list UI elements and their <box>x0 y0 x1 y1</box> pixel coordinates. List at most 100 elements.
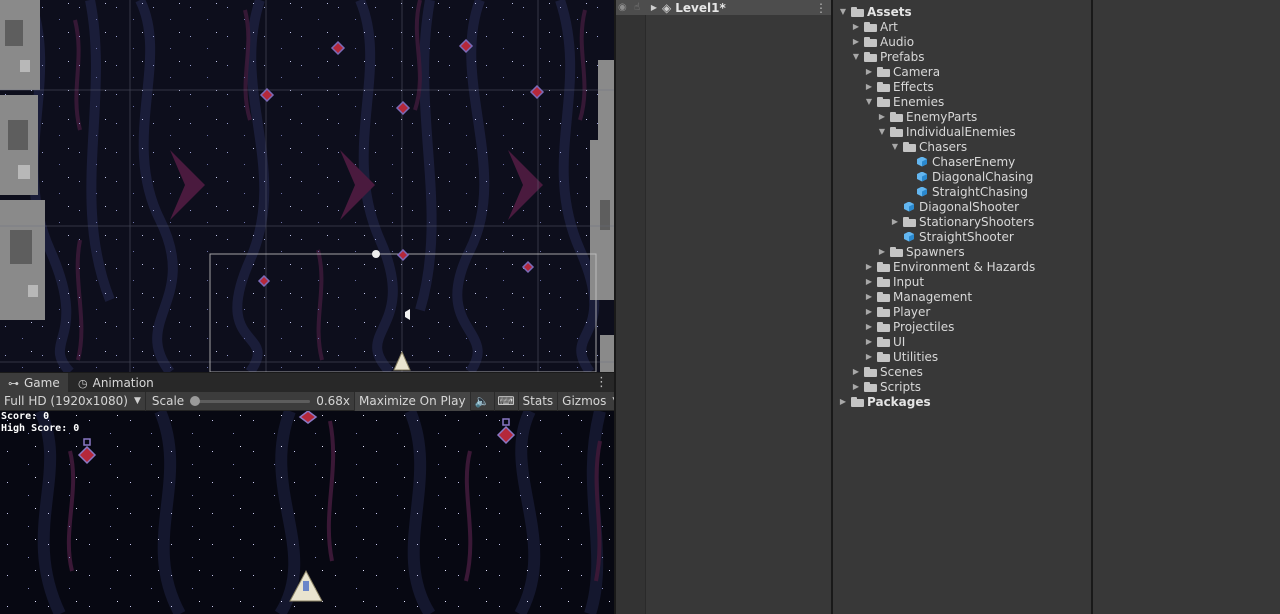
folder-icon <box>890 126 903 137</box>
gamepad-icon: ⊶ <box>8 376 19 390</box>
scale-slider[interactable] <box>190 392 311 411</box>
expanded-arrow-icon[interactable]: ▼ <box>837 7 849 16</box>
tree-item-input[interactable]: ▶ Input <box>863 274 924 289</box>
stats-button[interactable]: Stats <box>519 391 559 411</box>
project-panel: ▼ Assets ▶ Art ▶ Audio ▼ Prefabs ▶ Camera ▶ Effects… <box>831 0 1091 614</box>
tree-item-projectiles[interactable]: ▶ Projectiles <box>863 319 954 334</box>
maximize-on-play-label: Maximize On Play <box>359 394 466 408</box>
tree-item-label: Prefabs <box>880 49 925 64</box>
tree-item-diagonalshooter[interactable]: DiagonalShooter <box>889 199 1019 214</box>
tree-item-label: Audio <box>880 34 915 49</box>
scene-view[interactable] <box>0 0 614 372</box>
tree-item-label: Art <box>880 19 898 34</box>
expanded-arrow-icon[interactable]: ▼ <box>850 52 862 61</box>
collapsed-arrow-icon[interactable]: ▶ <box>863 352 875 361</box>
collapsed-arrow-icon[interactable]: ▶ <box>850 367 862 376</box>
folder-icon <box>890 111 903 122</box>
tree-item-chaserenemy[interactable]: ChaserEnemy <box>902 154 1015 169</box>
tree-item-art[interactable]: ▶ Art <box>850 19 898 34</box>
collapsed-arrow-icon[interactable]: ▶ <box>850 22 862 31</box>
tree-item-player[interactable]: ▶ Player <box>863 304 930 319</box>
tree-item-enemyparts[interactable]: ▶ EnemyParts <box>876 109 977 124</box>
collapsed-arrow-icon[interactable]: ▶ <box>876 247 888 256</box>
tree-item-prefabs[interactable]: ▼ Prefabs <box>850 49 925 64</box>
tree-item-diagonalchasing[interactable]: DiagonalChasing <box>902 169 1033 184</box>
tree-item-chasers[interactable]: ▼ Chasers <box>889 139 967 154</box>
tree-item-label: Packages <box>867 394 931 409</box>
tree-item-packages[interactable]: ▶ Packages <box>837 394 931 409</box>
collapsed-arrow-icon[interactable]: ▶ <box>863 67 875 76</box>
collapsed-arrow-icon[interactable]: ▶ <box>863 337 875 346</box>
folder-icon <box>877 351 890 362</box>
collapsed-arrow-icon[interactable]: ▶ <box>863 82 875 91</box>
folder-icon <box>864 366 877 377</box>
hierarchy-gutter <box>616 15 646 614</box>
pickability-icon[interactable]: ☝ <box>634 2 648 13</box>
shortcuts-button[interactable]: ⌨ <box>495 391 519 411</box>
inspector-panel <box>1091 0 1280 614</box>
resolution-dropdown[interactable]: Full HD (1920x1080) ▼ <box>0 391 146 411</box>
tree-item-environment-hazards[interactable]: ▶ Environment & Hazards <box>863 259 1035 274</box>
expanded-arrow-icon[interactable]: ▼ <box>889 142 901 151</box>
game-panel-tabbar: ⊶ Game ◷ Animation ⋮ <box>0 372 614 393</box>
tree-item-scenes[interactable]: ▶ Scenes <box>850 364 923 379</box>
expanded-arrow-icon[interactable]: ▼ <box>876 127 888 136</box>
collapsed-arrow-icon[interactable]: ▶ <box>850 37 862 46</box>
tree-item-spawners[interactable]: ▶ Spawners <box>876 244 965 259</box>
tree-item-assets[interactable]: ▼ Assets <box>837 4 912 19</box>
collapsed-arrow-icon[interactable]: ▶ <box>889 217 901 226</box>
tree-item-enemies[interactable]: ▼ Enemies <box>863 94 944 109</box>
scale-label: Scale <box>151 394 185 408</box>
expand-arrow-icon[interactable]: ▶ <box>648 3 660 12</box>
tree-item-management[interactable]: ▶ Management <box>863 289 972 304</box>
scale-value: 0.68x <box>316 394 351 408</box>
tab-game[interactable]: ⊶ Game <box>0 373 68 393</box>
tab-animation-label: Animation <box>92 376 154 390</box>
tree-item-camera[interactable]: ▶ Camera <box>863 64 940 79</box>
collapsed-arrow-icon[interactable]: ▶ <box>863 322 875 331</box>
tree-item-audio[interactable]: ▶ Audio <box>850 34 914 49</box>
tree-item-label: StraightChasing <box>932 184 1029 199</box>
tree-item-ui[interactable]: ▶ UI <box>863 334 905 349</box>
game-view[interactable]: Score: 0 High Score: 0 <box>0 411 614 614</box>
score-text: Score: 0 <box>1 411 50 422</box>
tab-animation[interactable]: ◷ Animation <box>70 373 162 393</box>
scene-canvas <box>0 0 614 372</box>
tree-item-scripts[interactable]: ▶ Scripts <box>850 379 921 394</box>
collapsed-arrow-icon[interactable]: ▶ <box>863 307 875 316</box>
game-canvas <box>0 411 614 614</box>
prefab-icon <box>903 231 916 243</box>
more-options-icon[interactable]: ⋮ <box>815 1 827 15</box>
prefab-icon <box>916 171 929 183</box>
hierarchy-scene-row[interactable]: ◉ ☝ ▶ ◈ Level1* ⋮ <box>616 0 833 15</box>
scale-slider-thumb[interactable] <box>190 395 201 406</box>
tree-item-label: Player <box>893 304 931 319</box>
folder-icon <box>864 21 877 32</box>
scale-control: Scale 0.68x <box>146 392 354 411</box>
mute-audio-button[interactable]: 🔈 <box>471 391 495 411</box>
tree-item-utilities[interactable]: ▶ Utilities <box>863 349 938 364</box>
collapsed-arrow-icon[interactable]: ▶ <box>850 382 862 391</box>
tree-item-label: Input <box>893 274 925 289</box>
folder-icon <box>903 216 916 227</box>
tree-item-straightchasing[interactable]: StraightChasing <box>902 184 1028 199</box>
folder-icon <box>851 6 864 17</box>
collapsed-arrow-icon[interactable]: ▶ <box>876 112 888 121</box>
tree-item-label: UI <box>893 334 906 349</box>
expanded-arrow-icon[interactable]: ▼ <box>863 97 875 106</box>
maximize-on-play-button[interactable]: Maximize On Play <box>354 391 471 411</box>
collapsed-arrow-icon[interactable]: ▶ <box>837 397 849 406</box>
tree-item-straightshooter[interactable]: StraightShooter <box>889 229 1014 244</box>
folder-icon <box>877 321 890 332</box>
collapsed-arrow-icon[interactable]: ▶ <box>863 292 875 301</box>
collapsed-arrow-icon[interactable]: ▶ <box>863 262 875 271</box>
tree-item-effects[interactable]: ▶ Effects <box>863 79 934 94</box>
tree-item-individualenemies[interactable]: ▼ IndividualEnemies <box>876 124 1016 139</box>
tree-item-label: DiagonalChasing <box>932 169 1034 184</box>
more-options-icon[interactable]: ⋮ <box>595 375 608 390</box>
collapsed-arrow-icon[interactable]: ▶ <box>863 277 875 286</box>
tree-item-label: Chasers <box>919 139 968 154</box>
visibility-icon[interactable]: ◉ <box>618 2 632 13</box>
tree-item-stationaryshooters[interactable]: ▶ StationaryShooters <box>889 214 1034 229</box>
tree-item-label: Scenes <box>880 364 923 379</box>
